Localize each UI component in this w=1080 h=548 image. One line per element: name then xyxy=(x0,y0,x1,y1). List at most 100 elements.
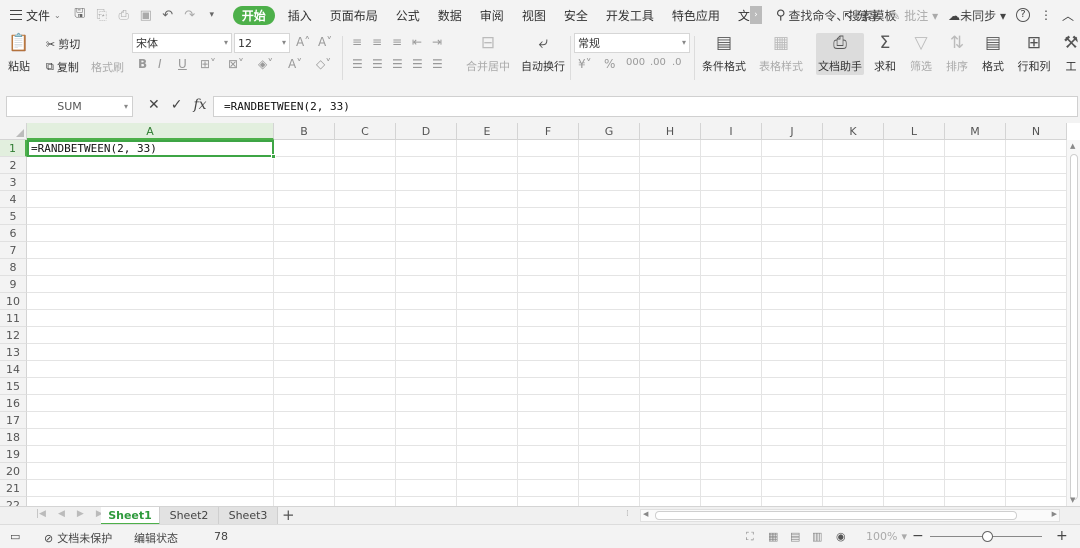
row-header-9[interactable]: 9 xyxy=(0,276,27,293)
tab-special-apps[interactable]: 特色应用 xyxy=(663,0,729,30)
page-break-view-icon[interactable]: ▤ xyxy=(790,530,800,543)
copy-button[interactable]: ⧉ 复制 xyxy=(46,59,79,75)
select-all-corner[interactable] xyxy=(0,123,27,140)
distributed-icon[interactable]: ☰ xyxy=(432,57,443,71)
tab-developer[interactable]: 开发工具 xyxy=(597,0,663,30)
tab-page-layout[interactable]: 页面布局 xyxy=(321,0,387,30)
align-bottom-icon[interactable]: ≡ xyxy=(392,35,402,49)
name-box[interactable]: SUM ▾ xyxy=(6,96,133,117)
quick-access-dropdown-icon[interactable]: ▾ xyxy=(201,0,223,30)
vertical-scrollbar[interactable]: ▲ ▼ xyxy=(1066,140,1080,506)
column-header-k[interactable]: K xyxy=(823,123,884,140)
prev-sheet-icon[interactable]: ◀ xyxy=(58,509,65,519)
fullscreen-icon[interactable]: ⛶ xyxy=(746,530,754,544)
decrease-font-icon[interactable]: A˅ xyxy=(318,35,332,49)
font-color-icon[interactable]: A˅ xyxy=(288,57,302,71)
indent-decrease-icon[interactable]: ⇤ xyxy=(412,35,422,49)
merge-center-button[interactable]: ⊟ 合并居中 xyxy=(462,32,514,74)
format-button[interactable]: ▤ 格式 xyxy=(978,32,1008,74)
column-header-d[interactable]: D xyxy=(396,123,457,140)
row-header-18[interactable]: 18 xyxy=(0,429,27,446)
row-header-19[interactable]: 19 xyxy=(0,446,27,463)
sheet-tab-sheet1[interactable]: Sheet1 xyxy=(101,507,160,525)
currency-icon[interactable]: ¥˅ xyxy=(578,57,592,71)
column-header-f[interactable]: F xyxy=(518,123,579,140)
font-size-select[interactable]: 12 ▾ xyxy=(234,33,290,53)
add-sheet-icon[interactable]: + xyxy=(282,506,295,524)
help-icon[interactable]: ? xyxy=(1015,8,1030,22)
decrease-decimal-icon[interactable]: .0 xyxy=(672,57,682,68)
row-header-20[interactable]: 20 xyxy=(0,463,27,480)
tab-overflow[interactable]: 文 xyxy=(729,0,750,30)
row-header-17[interactable]: 17 xyxy=(0,412,27,429)
column-header-c[interactable]: C xyxy=(335,123,396,140)
conditional-format-button[interactable]: ▤ 条件格式 xyxy=(698,32,750,74)
row-header-1[interactable]: 1 xyxy=(0,140,27,157)
vertical-scroll-thumb[interactable] xyxy=(1070,154,1078,500)
sort-button[interactable]: ⇅ 排序 xyxy=(942,32,972,74)
scroll-right-icon[interactable]: ▶ xyxy=(1052,510,1057,518)
zoom-out-icon[interactable]: − xyxy=(912,528,924,544)
format-painter-quick-icon[interactable]: ⎘ xyxy=(91,0,113,30)
row-header-16[interactable]: 16 xyxy=(0,395,27,412)
filter-button[interactable]: ▽ 筛选 xyxy=(906,32,936,74)
normal-view-icon[interactable]: ▦ xyxy=(768,530,778,543)
fill-handle[interactable] xyxy=(271,154,276,159)
align-right-icon[interactable]: ☰ xyxy=(392,57,403,71)
align-middle-icon[interactable]: ≡ xyxy=(372,35,382,49)
tab-scroll-right-icon[interactable]: › xyxy=(749,6,762,24)
undo-icon[interactable]: ↶ xyxy=(157,0,179,30)
redo-icon[interactable]: ↷ xyxy=(179,0,201,30)
row-header-11[interactable]: 11 xyxy=(0,310,27,327)
align-left-icon[interactable]: ☰ xyxy=(352,57,363,71)
sum-button[interactable]: Σ 求和 xyxy=(870,32,900,74)
table-style-button[interactable]: ▦ 表格样式 xyxy=(754,32,808,74)
rows-cols-button[interactable]: ⊞ 行和列 xyxy=(1014,32,1054,74)
sheet-tab-sheet2[interactable]: Sheet2 xyxy=(160,507,219,525)
row-header-5[interactable]: 5 xyxy=(0,208,27,225)
tab-insert[interactable]: 插入 xyxy=(279,0,321,30)
increase-decimal-icon[interactable]: .00 xyxy=(650,57,666,68)
underline-icon[interactable]: U xyxy=(178,57,187,71)
row-header-7[interactable]: 7 xyxy=(0,242,27,259)
italic-icon[interactable]: I xyxy=(158,57,162,71)
font-name-select[interactable]: 宋体 ▾ xyxy=(132,33,232,53)
scroll-up-icon[interactable]: ▲ xyxy=(1070,142,1075,150)
save-icon[interactable]: 🖫 xyxy=(69,0,91,30)
tab-formulas[interactable]: 公式 xyxy=(387,0,429,30)
split-handle-icon[interactable]: ⁞ xyxy=(626,509,629,519)
column-header-b[interactable]: B xyxy=(274,123,335,140)
spreadsheet-grid[interactable]: ABCDEFGHIJKLMN 1 2 3 4 5 6 7 8 9 10 11 12 13 14 15 16 17… xyxy=(0,123,1080,506)
cancel-icon[interactable]: ✕ xyxy=(148,97,160,113)
bold-icon[interactable]: B xyxy=(138,57,147,71)
indent-increase-icon[interactable]: ⇥ xyxy=(432,35,442,49)
row-header-13[interactable]: 13 xyxy=(0,344,27,361)
row-header-2[interactable]: 2 xyxy=(0,157,27,174)
row-header-12[interactable]: 12 xyxy=(0,327,27,344)
tab-review[interactable]: 审阅 xyxy=(471,0,513,30)
sheet-tab-sheet3[interactable]: Sheet3 xyxy=(219,507,278,525)
thousands-separator-icon[interactable]: 000 xyxy=(626,57,645,68)
cut-button[interactable]: ✂ 剪切 xyxy=(46,36,80,52)
horizontal-scroll-thumb[interactable] xyxy=(655,511,1017,520)
clear-format-icon[interactable]: ◇˅ xyxy=(316,57,331,71)
column-header-n[interactable]: N xyxy=(1006,123,1067,140)
row-header-22[interactable]: 22 xyxy=(0,497,27,506)
column-header-e[interactable]: E xyxy=(457,123,518,140)
tools-button[interactable]: ⚒ 工 xyxy=(1062,32,1080,74)
row-header-10[interactable]: 10 xyxy=(0,293,27,310)
comment-button[interactable]: ✎ 批注 ▾ xyxy=(890,7,938,24)
next-sheet-icon[interactable]: ▶ xyxy=(77,509,84,519)
border-icon[interactable]: ⊞˅ xyxy=(200,57,216,71)
row-header-4[interactable]: 4 xyxy=(0,191,27,208)
tab-security[interactable]: 安全 xyxy=(555,0,597,30)
fill-color-icon[interactable]: ◈˅ xyxy=(258,57,273,71)
row-header-8[interactable]: 8 xyxy=(0,259,27,276)
confirm-icon[interactable]: ✓ xyxy=(171,97,183,113)
row-header-15[interactable]: 15 xyxy=(0,378,27,395)
protection-status[interactable]: ⊘ 文档未保护 xyxy=(44,530,112,546)
tab-home[interactable]: 开始 xyxy=(232,5,275,25)
align-top-icon[interactable]: ≡ xyxy=(352,35,362,49)
percent-icon[interactable]: % xyxy=(604,57,615,71)
column-header-m[interactable]: M xyxy=(945,123,1006,140)
